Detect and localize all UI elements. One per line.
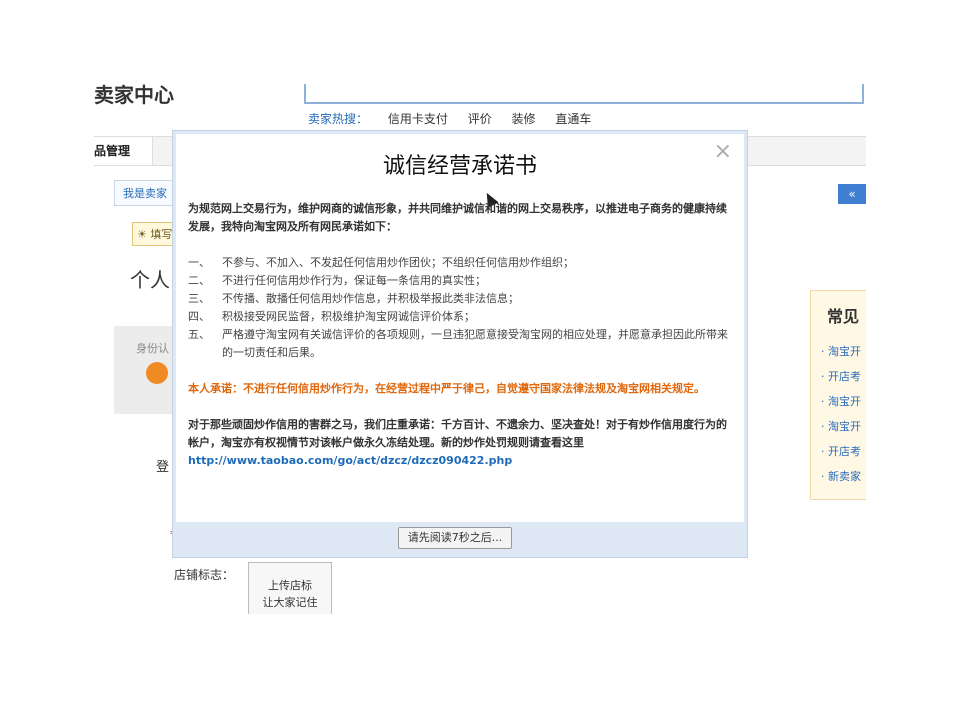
upload-line-2: 让大家记住 (262, 596, 318, 609)
pledge-statement: 本人承诺：不进行任何信用炒作行为，在经营过程中严于律己，自觉遵守国家法律法规及淘… (188, 382, 705, 395)
warning-text: 对于那些顽固炒作信用的害群之马，我们庄重承诺：千方百计、不遗余力、坚决查处！对于… (188, 418, 727, 449)
rule-item: 二、 不进行任何信用炒作行为，保证每一条信用的真实性； (188, 274, 486, 287)
shop-logo-label: 店铺标志： (174, 568, 235, 582)
hot-link-express[interactable]: 直通车 (555, 112, 591, 126)
integrity-pledge-dialog: × 诚信经营承诺书 为规范网上交易行为，维护网商的诚信形象，并共同维护诚信和谐的… (172, 130, 748, 558)
seller-center-title: 卖家中心 (94, 84, 174, 107)
search-input[interactable] (304, 84, 864, 104)
faq-link[interactable]: · 淘宝开 (821, 389, 861, 414)
hot-search-bar: 卖家热搜： 信用卡支付 评价 装修 直通车 (308, 110, 607, 127)
dialog-body: × 诚信经营承诺书 为规范网上交易行为，维护网商的诚信形象，并共同维护诚信和谐的… (176, 134, 744, 522)
upload-logo-button[interactable]: 上传店标 让大家记住 (248, 562, 332, 614)
intro-paragraph: 为规范网上交易行为，维护网商的诚信形象，并共同维护诚信和谐的网上交易秩序，以推进… (188, 202, 727, 233)
hot-link-review[interactable]: 评价 (468, 112, 492, 126)
faq-link[interactable]: · 开店考 (821, 364, 861, 389)
dialog-content: 为规范网上交易行为，维护网商的诚信形象，并共同维护诚信和谐的网上交易秩序，以推进… (188, 200, 728, 470)
hot-search-label: 卖家热搜： (308, 112, 369, 126)
hot-link-decoration[interactable]: 装修 (512, 112, 536, 126)
faq-link[interactable]: · 新卖家 (821, 464, 861, 489)
pledge-rules: 一、 不参与、不加入、不发起任何信用炒作团伙；不组织任何信用炒作组织； 二、 不进行… (188, 254, 728, 362)
rule-item: 四、 积极接受网民监督，积极维护淘宝网诚信评价体系； (188, 310, 475, 323)
rule-item: 一、 不参与、不加入、不发起任何信用炒作团伙；不组织任何信用炒作组织； (188, 256, 574, 269)
personal-heading: 个人 (130, 268, 170, 292)
dialog-title: 诚信经营承诺书 (382, 154, 537, 179)
login-label: 登 (156, 460, 170, 475)
read-wait-button[interactable]: 请先阅读7秒之后... (398, 527, 512, 549)
faq-link[interactable]: · 淘宝开 (821, 414, 861, 439)
faq-sidebar: 常见 · 淘宝开 · 开店考 · 淘宝开 · 淘宝开 · 开店考 · 新卖家 (810, 290, 866, 500)
warning-paragraph: 对于那些顽固炒作信用的害群之马，我们庄重承诺：千方百计、不遗余力、坚决查处！对于… (188, 416, 728, 470)
faq-title: 常见 (827, 307, 860, 326)
faq-link[interactable]: · 淘宝开 (821, 339, 861, 364)
rule-item: 五、 严格遵守淘宝网有关诚信评价的各项规则，一旦违犯愿意接受淘宝网的相应处理，并愿… (188, 328, 728, 359)
rule-item: 三、 不传播、散播任何信用炒作信息，并积极举报此类非法信息； (188, 292, 519, 305)
hot-link-credit-card[interactable]: 信用卡支付 (388, 112, 448, 126)
rules-link[interactable]: http://www.taobao.com/go/act/dzcz/dzcz09… (188, 454, 512, 467)
tab-product-management[interactable]: 品管理 (94, 137, 153, 165)
tip-text: 填写 (150, 228, 173, 241)
upload-line-1: 上传店标 (268, 579, 312, 592)
identity-status-icon (146, 362, 168, 384)
collapse-sidebar-button[interactable]: « (838, 184, 866, 204)
faq-link[interactable]: · 开店考 (821, 439, 861, 464)
tip-icon: ☀ (137, 228, 147, 241)
identity-label: 身份认 (136, 342, 169, 355)
